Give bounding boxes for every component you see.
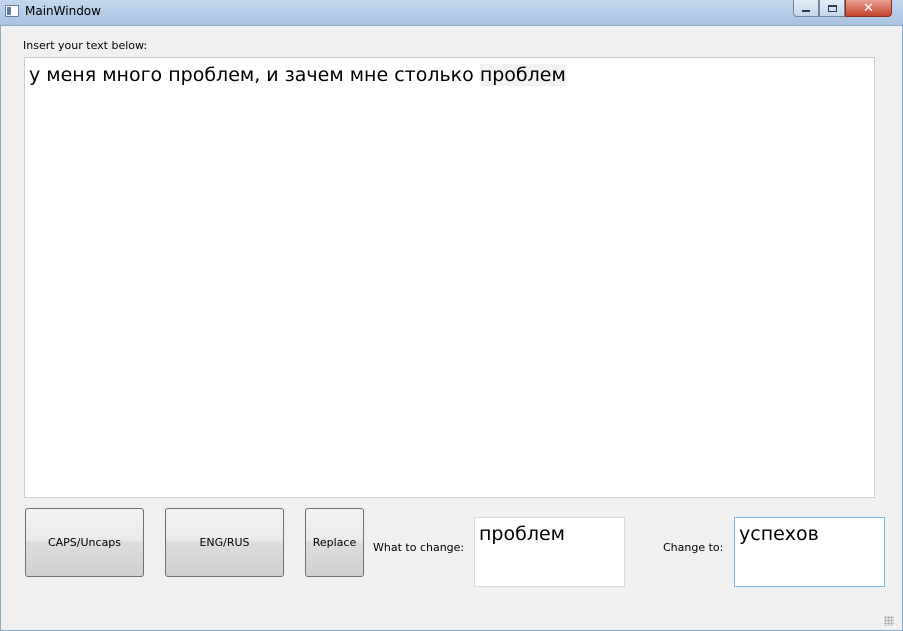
caps-uncaps-button[interactable]: CAPS/Uncaps [25,508,144,577]
replace-button[interactable]: Replace [305,508,364,577]
window-title: MainWindow [25,4,101,18]
minimize-icon [802,9,810,12]
what-to-change-label: What to change: [373,541,465,554]
maximize-button[interactable] [819,0,845,17]
eng-rus-button[interactable]: ENG/RUS [165,508,284,577]
main-window: MainWindow ✕ Insert your text below: у м… [0,0,903,631]
resize-grip[interactable] [884,616,894,626]
title-bar[interactable]: MainWindow ✕ [0,0,903,26]
what-to-change-input[interactable]: проблем [474,517,625,587]
editor-highlighted-text: проблем [479,64,566,86]
main-text-editor[interactable]: у меня много проблем, и зачем мне стольк… [24,57,875,498]
editor-text: у меня много проблем, и зачем мне стольк… [29,64,480,86]
change-to-label: Change to: [663,541,724,554]
maximize-icon [827,4,837,12]
close-button[interactable]: ✕ [845,0,892,17]
change-to-input[interactable]: успехов [734,517,885,587]
close-icon: ✕ [863,0,874,16]
insert-text-label: Insert your text below: [23,39,148,52]
minimize-button[interactable] [793,0,819,17]
app-window-icon [5,5,19,17]
